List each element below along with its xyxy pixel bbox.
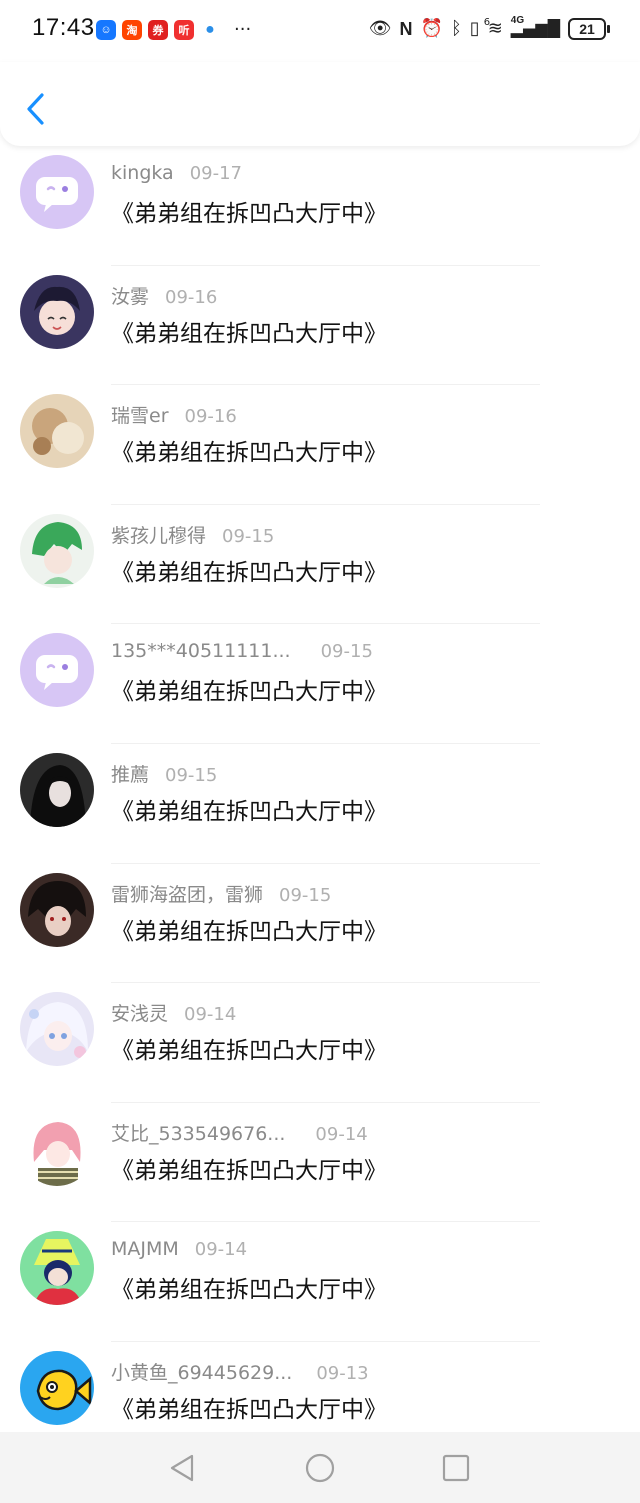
anime-avatar bbox=[20, 1111, 94, 1186]
taobao-icon: 淘 bbox=[122, 20, 142, 40]
message-text: 《弟弟组在拆凹凸大厅中》 bbox=[111, 201, 387, 227]
sender-name: 小黄鱼_69445629... bbox=[111, 1361, 293, 1384]
list-item[interactable]: 瑞雪er 09-16 《弟弟组在拆凹凸大厅中》 bbox=[0, 385, 640, 505]
message-text: 《弟弟组在拆凹凸大厅中》 bbox=[111, 320, 387, 347]
listen-app-icon: 听 bbox=[174, 20, 194, 40]
sender-name: 安浅灵 bbox=[111, 1003, 169, 1026]
back-arrow-icon[interactable] bbox=[22, 90, 52, 128]
message-date: 09-15 bbox=[165, 764, 218, 786]
nfc-icon: N bbox=[399, 19, 413, 39]
anime-avatar bbox=[20, 1231, 94, 1306]
ball-app-icon: ● bbox=[205, 21, 215, 38]
message-text: 《弟弟组在拆凹凸大厅中》 bbox=[111, 440, 387, 467]
list-item[interactable]: MAJMM 09-14 《弟弟组在拆凹凸大厅中》 bbox=[0, 1222, 640, 1342]
list-item[interactable]: 135***40511111... 09-15 《弟弟组在拆凹凸大厅中》 bbox=[0, 624, 640, 744]
photo-avatar bbox=[20, 394, 94, 469]
system-navigation-bar bbox=[0, 1432, 640, 1503]
message-date: 09-14 bbox=[194, 1239, 248, 1261]
top-navigation-bar bbox=[0, 62, 640, 146]
anime-avatar bbox=[20, 513, 94, 588]
bluetooth-icon: ᛒ bbox=[450, 18, 462, 39]
message-text: 《弟弟组在拆凹凸大厅中》 bbox=[111, 918, 387, 945]
sender-name: 雷狮海盗团，雷狮 bbox=[111, 883, 264, 906]
anime-avatar bbox=[20, 752, 94, 827]
status-bar: 17:43 ☺ 淘 券 听 ● ··· 👁 N ⏰ ᛒ ▯ ≋ 6 4G ▂▄▆█ … bbox=[0, 0, 640, 62]
message-date: 09-16 bbox=[184, 406, 237, 428]
message-date: 09-15 bbox=[222, 525, 275, 547]
list-item[interactable]: 汝雾 09-16 《弟弟组在拆凹凸大厅中》 bbox=[0, 266, 640, 386]
sender-name: 汝雾 bbox=[111, 285, 150, 308]
app-blue-icon: ☺ bbox=[96, 20, 116, 40]
sender-name: 艾比_533549676... bbox=[111, 1122, 286, 1145]
message-date: 09-15 bbox=[320, 641, 373, 663]
default-chat-avatar bbox=[20, 155, 94, 229]
yellow-fish-avatar bbox=[20, 1350, 94, 1425]
vibrate-icon: ▯ bbox=[469, 18, 480, 39]
signal-icon: 4G ▂▄▆█ bbox=[511, 15, 560, 40]
system-icons: 👁 N ⏰ ᛒ ▯ ≋ 6 4G ▂▄▆█ 21 bbox=[368, 15, 610, 40]
sender-name: 紫孩儿穆得 bbox=[111, 524, 207, 547]
message-text: 《弟弟组在拆凹凸大厅中》 bbox=[111, 798, 387, 825]
eye-icon: 👁 bbox=[368, 18, 392, 39]
sender-name: kingka bbox=[111, 162, 174, 184]
message-text: 《弟弟组在拆凹凸大厅中》 bbox=[111, 1038, 387, 1065]
notification-icons: ☺ 淘 券 听 ● ··· bbox=[96, 20, 251, 40]
status-time: 17:43 bbox=[32, 14, 95, 41]
message-text: 《弟弟组在拆凹凸大厅中》 bbox=[111, 1157, 387, 1184]
list-item[interactable]: 紫孩儿穆得 09-15 《弟弟组在拆凹凸大厅中》 bbox=[0, 505, 640, 625]
message-date: 09-17 bbox=[189, 163, 243, 184]
list-item[interactable]: 安浅灵 09-14 《弟弟组在拆凹凸大厅中》 bbox=[0, 983, 640, 1103]
message-list: kingka 09-17 《弟弟组在拆凹凸大厅中》 汝雾 09-16 《弟弟组在拆凹… bbox=[0, 146, 640, 1462]
alarm-icon: ⏰ bbox=[420, 18, 443, 39]
list-item[interactable]: 推薦 09-15 《弟弟组在拆凹凸大厅中》 bbox=[0, 744, 640, 864]
red-app-icon: 券 bbox=[148, 20, 168, 40]
message-text: 《弟弟组在拆凹凸大厅中》 bbox=[111, 1277, 387, 1304]
sender-name: 瑞雪er bbox=[111, 405, 169, 428]
sender-name: MAJMM bbox=[111, 1238, 179, 1261]
anime-avatar bbox=[20, 872, 94, 947]
more-notifications-icon: ··· bbox=[234, 19, 252, 40]
message-date: 09-14 bbox=[184, 1004, 237, 1026]
message-text: 《弟弟组在拆凹凸大厅中》 bbox=[111, 679, 387, 706]
recents-square-icon[interactable] bbox=[440, 1452, 472, 1484]
list-item[interactable]: 艾比_533549676... 09-14 《弟弟组在拆凹凸大厅中》 bbox=[0, 1103, 640, 1223]
wifi-icon: ≋ 6 bbox=[484, 17, 503, 40]
message-date: 09-15 bbox=[279, 884, 332, 906]
sender-name: 推薦 bbox=[111, 763, 150, 786]
message-text: 《弟弟组在拆凹凸大厅中》 bbox=[111, 1396, 387, 1423]
message-date: 09-14 bbox=[315, 1123, 368, 1145]
list-item[interactable]: kingka 09-17 《弟弟组在拆凹凸大厅中》 bbox=[0, 146, 640, 266]
anime-avatar bbox=[20, 274, 94, 349]
home-circle-icon[interactable] bbox=[304, 1452, 336, 1484]
default-chat-avatar bbox=[20, 633, 94, 708]
wifi-6-label: 6 bbox=[483, 17, 491, 28]
message-date: 09-13 bbox=[316, 1362, 369, 1384]
message-date: 09-16 bbox=[165, 286, 218, 308]
anime-avatar bbox=[20, 992, 94, 1067]
network-type-label: 4G bbox=[510, 15, 525, 26]
battery-icon: 21 bbox=[568, 18, 610, 40]
message-text: 《弟弟组在拆凹凸大厅中》 bbox=[111, 559, 387, 586]
sender-name: 135***40511111... bbox=[111, 640, 291, 663]
list-item[interactable]: 雷狮海盗团，雷狮 09-15 《弟弟组在拆凹凸大厅中》 bbox=[0, 864, 640, 984]
back-triangle-icon[interactable] bbox=[166, 1452, 198, 1484]
